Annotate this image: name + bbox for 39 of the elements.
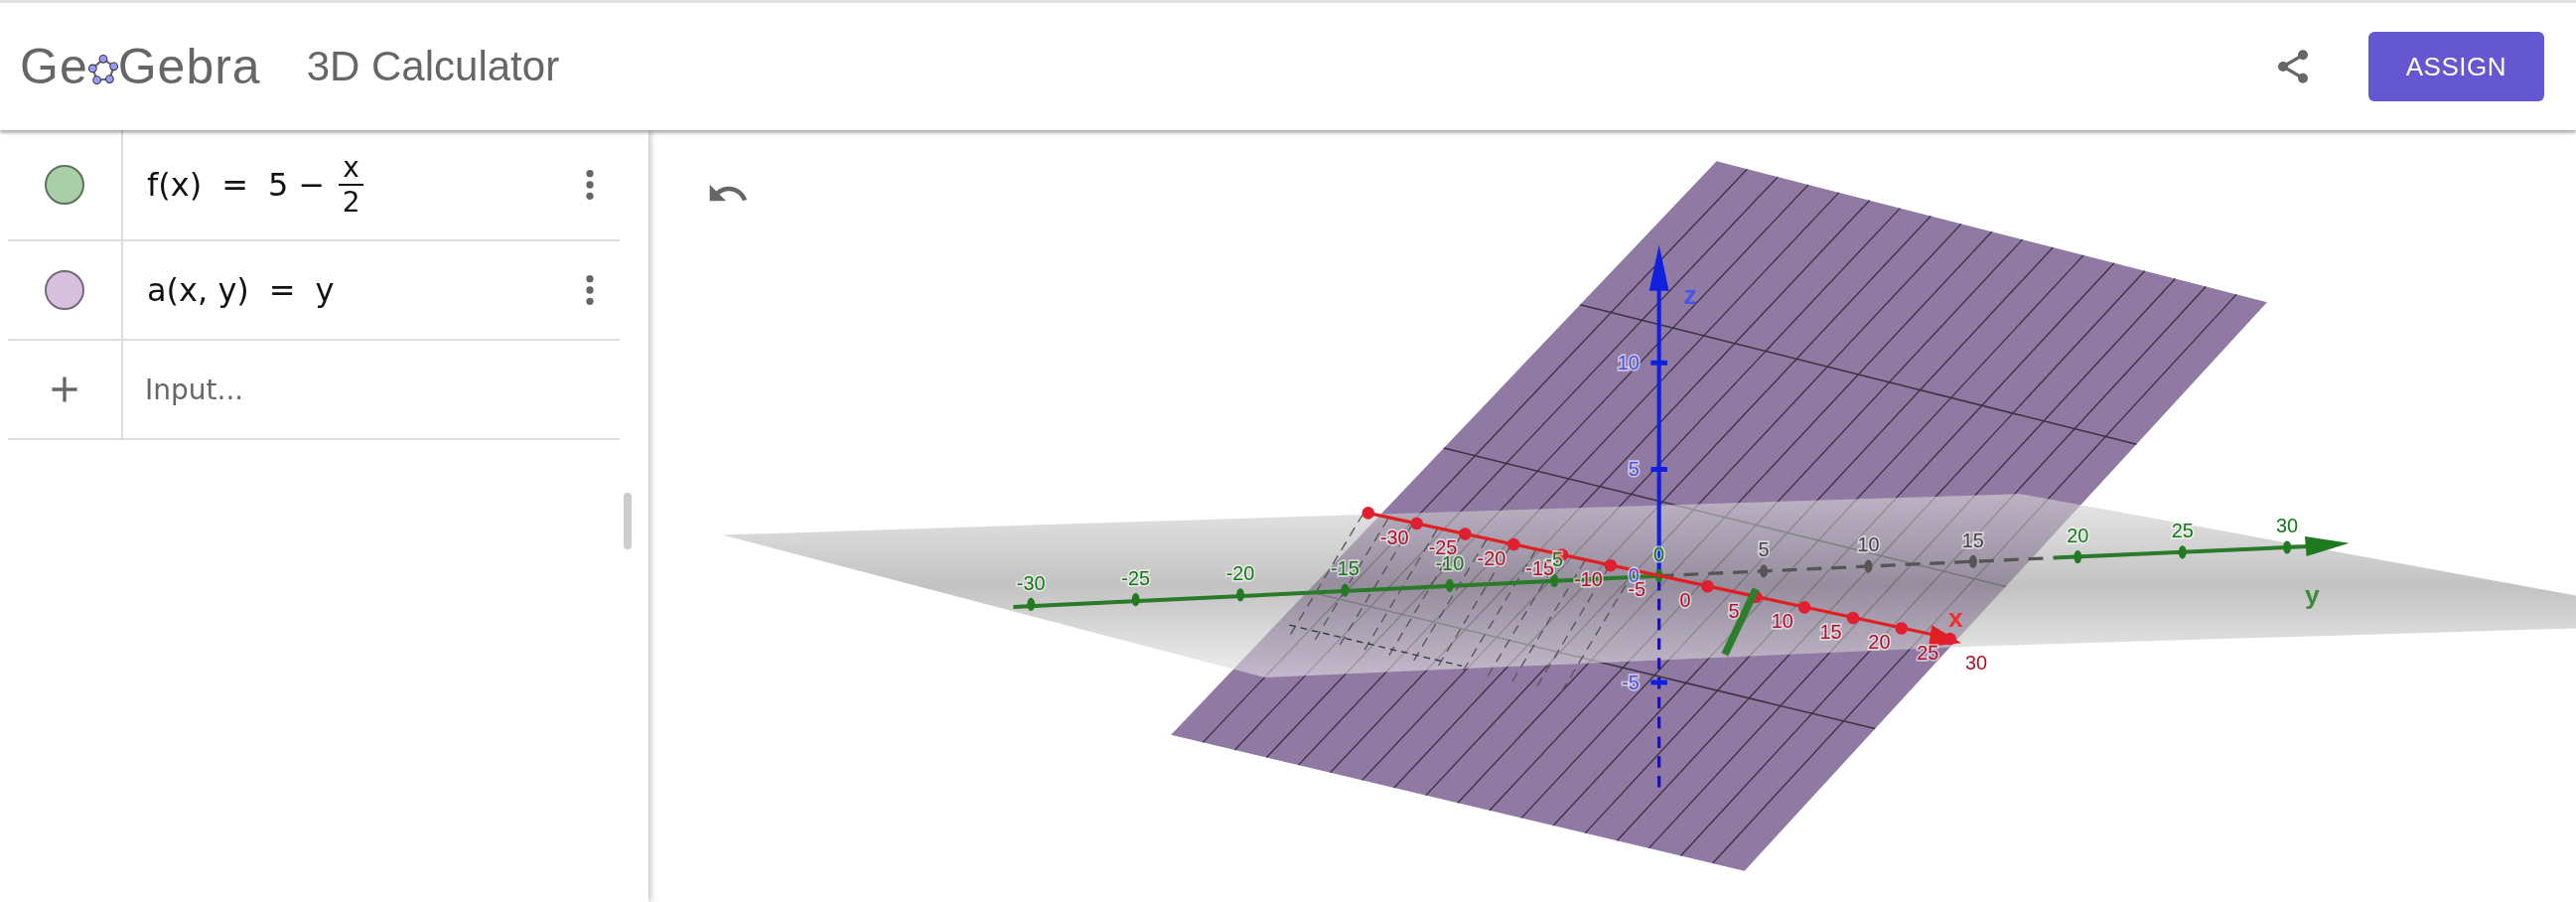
axis-label: x — [1947, 602, 1963, 633]
more-options-icon[interactable] — [584, 168, 596, 202]
tick-label: 10 — [1771, 610, 1793, 633]
visibility-toggle[interactable] — [45, 270, 84, 310]
line-segment — [1721, 587, 1760, 657]
tick-label: 25 — [2171, 519, 2194, 541]
tick-label: 30 — [1965, 652, 1988, 675]
tick-label: -5 — [1622, 671, 1640, 693]
tick-label: 5 — [1628, 458, 1640, 481]
tick-label: -25 — [1121, 566, 1150, 589]
add-icon[interactable] — [51, 376, 78, 403]
visibility-toggle[interactable] — [45, 165, 84, 205]
tick-label: 10 — [1617, 351, 1640, 374]
tick-label: 5 — [1728, 599, 1740, 622]
input-field[interactable]: Input... — [123, 372, 620, 407]
axis-label: z — [1683, 279, 1697, 310]
axis-label: y — [2304, 579, 2320, 610]
tick-label: -30 — [1379, 526, 1409, 548]
tick-label: 20 — [2067, 524, 2089, 546]
math-expression[interactable]: a(x, y) = y — [123, 271, 584, 309]
tick-label: 10 — [1857, 533, 1880, 556]
tick-label: 20 — [1868, 631, 1891, 654]
tick-label: 30 — [2276, 515, 2299, 537]
tick-label: 25 — [1917, 641, 1939, 664]
scrollbar[interactable] — [624, 493, 632, 549]
tick-label: -15 — [1331, 557, 1360, 580]
tick-label: 5 — [1758, 538, 1770, 561]
app-title: 3D Calculator — [306, 43, 560, 90]
tick-label: 15 — [1819, 620, 1842, 643]
tick-label: -30 — [1016, 571, 1046, 594]
tick-label: 0 — [1679, 589, 1691, 612]
pentagon-icon — [86, 54, 119, 85]
tick-label: -20 — [1477, 546, 1506, 569]
tick-label: 15 — [1961, 528, 1984, 551]
tick-label: -20 — [1225, 562, 1255, 584]
assign-button[interactable]: ASSIGN — [2367, 32, 2544, 101]
more-options-icon[interactable] — [584, 273, 596, 307]
logo-text: Gebra — [117, 38, 261, 95]
logo-text: Ge — [20, 38, 88, 95]
